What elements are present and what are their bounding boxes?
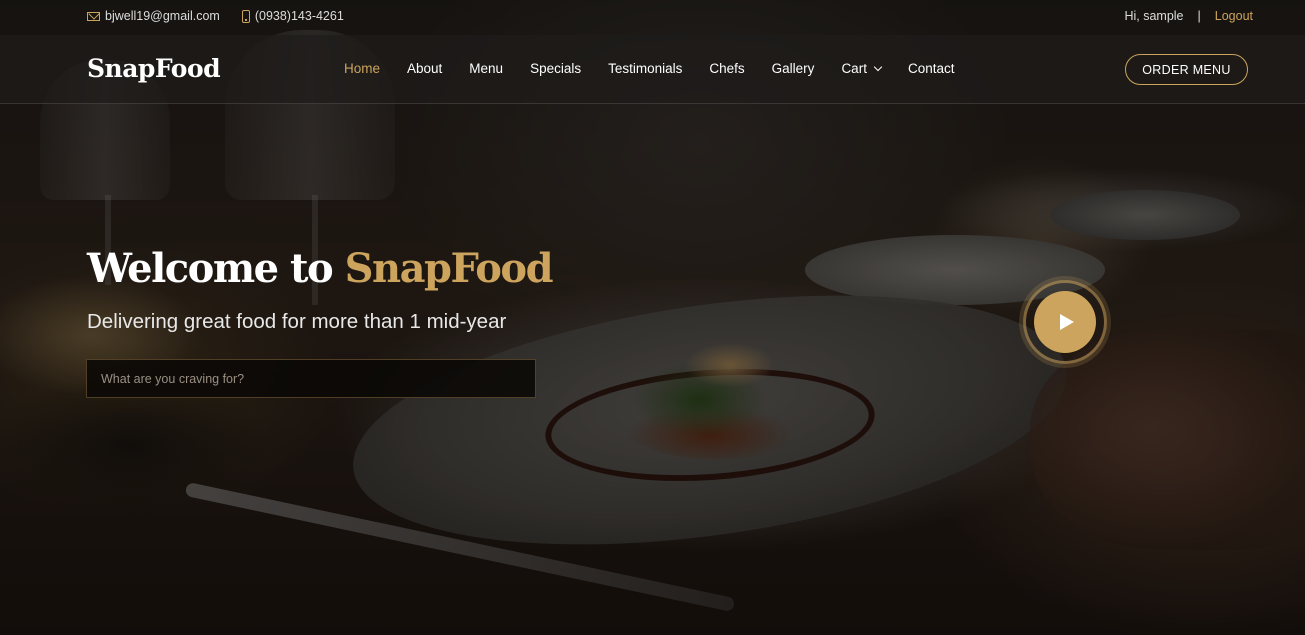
- hero-title-prefix: Welcome to: [87, 245, 334, 292]
- separator: |: [1197, 9, 1201, 23]
- phone-contact[interactable]: (0938)143-4261: [241, 9, 344, 23]
- play-button-circle: [1034, 291, 1096, 353]
- nav-specials[interactable]: Specials: [530, 61, 581, 76]
- nav-chefs[interactable]: Chefs: [709, 61, 744, 76]
- hero-title: Welcome to SnapFood: [87, 245, 554, 292]
- envelope-icon: [87, 11, 100, 21]
- nav-gallery[interactable]: Gallery: [772, 61, 815, 76]
- user-area: Hi, sample | Logout: [1124, 9, 1253, 23]
- contact-info: bjwell19@gmail.com (0938)143-4261: [87, 9, 344, 23]
- email-text: bjwell19@gmail.com: [105, 9, 220, 23]
- nav-menu[interactable]: Menu: [469, 61, 503, 76]
- main-header: SnapFood Home About Menu Specials Testim…: [0, 35, 1305, 104]
- site-logo[interactable]: SnapFood: [87, 54, 221, 83]
- craving-search-input[interactable]: [86, 359, 536, 398]
- nav-testimonials[interactable]: Testimonials: [608, 61, 682, 76]
- main-nav: Home About Menu Specials Testimonials Ch…: [344, 61, 981, 76]
- play-icon: [1060, 314, 1074, 330]
- logout-link[interactable]: Logout: [1215, 9, 1253, 23]
- order-menu-button[interactable]: ORDER MENU: [1125, 54, 1248, 85]
- top-bar: bjwell19@gmail.com (0938)143-4261 Hi, sa…: [0, 0, 1305, 34]
- phone-text: (0938)143-4261: [254, 9, 344, 23]
- email-contact[interactable]: bjwell19@gmail.com: [87, 9, 220, 23]
- nav-home[interactable]: Home: [344, 61, 380, 76]
- hero-title-brand: SnapFood: [344, 245, 554, 292]
- play-video-button[interactable]: [1023, 280, 1107, 364]
- chevron-down-icon: [873, 62, 883, 71]
- nav-cart-label: Cart: [841, 61, 867, 76]
- nav-contact[interactable]: Contact: [908, 61, 955, 76]
- user-greeting: Hi, sample: [1124, 9, 1184, 23]
- nav-about[interactable]: About: [407, 61, 442, 76]
- mobile-phone-icon: [241, 9, 250, 23]
- nav-cart[interactable]: Cart: [841, 61, 883, 76]
- hero-subtitle: Delivering great food for more than 1 mi…: [87, 310, 507, 333]
